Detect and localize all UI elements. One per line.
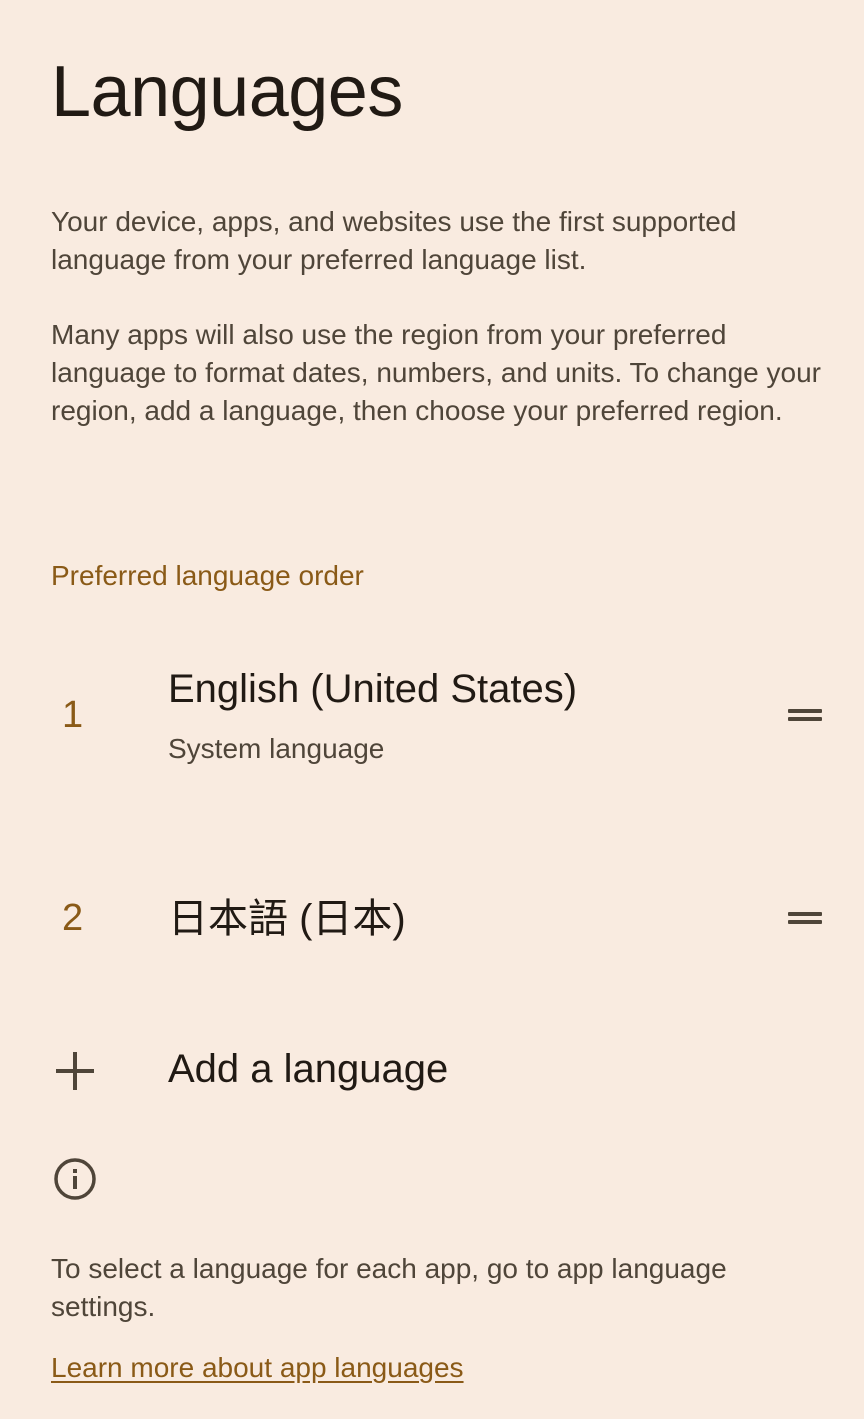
page-title: Languages (51, 52, 403, 132)
language-name: English (United States) (168, 667, 578, 711)
description-primary: Your device, apps, and websites use the … (51, 206, 737, 275)
drag-handle-icon[interactable] (783, 693, 827, 737)
language-order-number: 1 (62, 694, 84, 736)
preferred-language-header: Preferred language order (51, 560, 364, 591)
description-region: Many apps will also use the region from … (51, 319, 821, 426)
app-language-note: To select a language for each app, go to… (51, 1253, 727, 1322)
add-language-button[interactable]: Add a language (0, 1020, 864, 1120)
language-order-number: 2 (62, 897, 84, 939)
language-item-english[interactable]: 1 English (United States) System languag… (0, 640, 864, 790)
info-icon (52, 1156, 98, 1202)
language-name: 日本語 (日本) (168, 897, 406, 941)
add-language-label: Add a language (168, 1047, 449, 1091)
language-item-japanese[interactable]: 2 日本語 (日本) (0, 868, 864, 972)
plus-icon (56, 1052, 94, 1090)
learn-more-link[interactable]: Learn more about app languages (51, 1349, 464, 1387)
language-subtitle: System language (168, 733, 385, 764)
drag-handle-icon[interactable] (783, 896, 827, 940)
